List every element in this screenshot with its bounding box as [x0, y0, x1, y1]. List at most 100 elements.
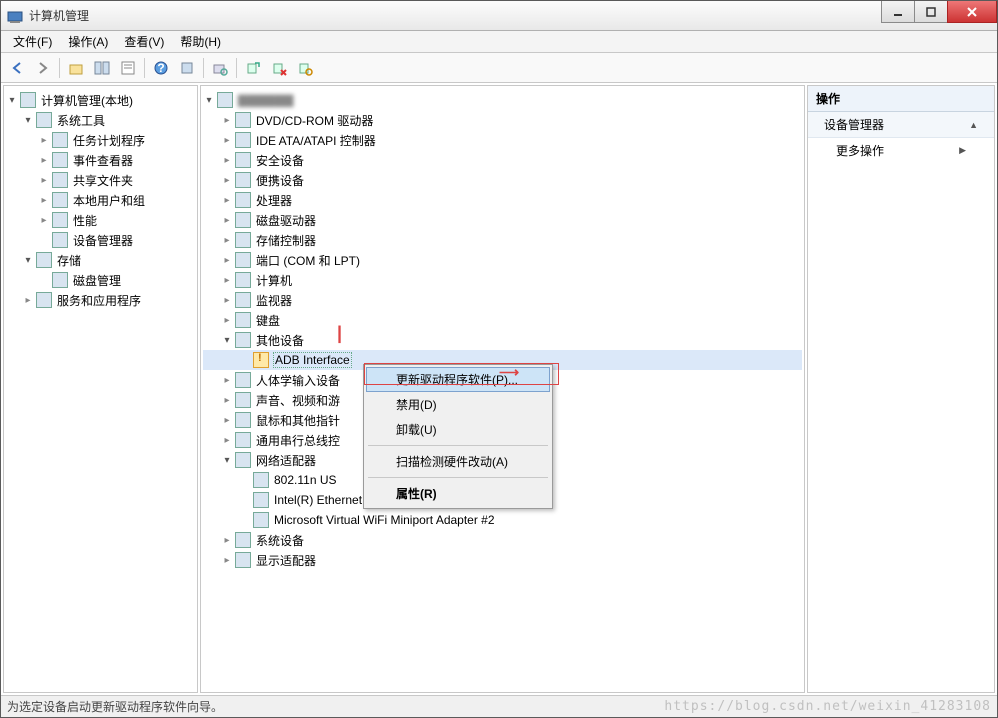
show-hide-tree-button[interactable]	[90, 56, 114, 80]
twisty-icon[interactable]	[38, 194, 50, 206]
twisty-icon[interactable]	[22, 114, 34, 126]
context-menu-item[interactable]: 属性(R)	[366, 481, 550, 506]
twisty-icon[interactable]	[38, 234, 50, 246]
maximize-button[interactable]	[914, 1, 948, 23]
twisty-icon[interactable]	[221, 334, 233, 346]
up-button[interactable]	[64, 56, 88, 80]
device-label: ADB Interface	[273, 352, 352, 368]
twisty-icon[interactable]	[239, 474, 251, 486]
twisty-icon[interactable]	[38, 154, 50, 166]
device-item[interactable]: 监视器	[203, 290, 802, 310]
twisty-icon[interactable]	[221, 554, 233, 566]
properties-button[interactable]	[116, 56, 140, 80]
twisty-icon[interactable]	[6, 94, 18, 106]
device-item[interactable]: 端口 (COM 和 LPT)	[203, 250, 802, 270]
twisty-icon[interactable]	[221, 134, 233, 146]
uninstall-button[interactable]	[267, 56, 291, 80]
context-menu-item[interactable]: 禁用(D)	[366, 392, 550, 417]
twisty-icon[interactable]	[221, 274, 233, 286]
twisty-icon[interactable]	[221, 534, 233, 546]
device-item[interactable]: 存储控制器	[203, 230, 802, 250]
twisty-icon[interactable]	[221, 194, 233, 206]
device-item[interactable]: 系统设备	[203, 530, 802, 550]
twisty-icon[interactable]	[221, 394, 233, 406]
device-item[interactable]: 键盘	[203, 310, 802, 330]
computer-icon	[217, 92, 233, 108]
separator	[59, 58, 60, 78]
twisty-icon[interactable]	[38, 134, 50, 146]
separator	[144, 58, 145, 78]
tree-item[interactable]: 事件查看器	[6, 150, 195, 170]
tree-item[interactable]: 系统工具	[6, 110, 195, 130]
twisty-icon[interactable]	[221, 374, 233, 386]
twisty-icon[interactable]	[203, 94, 215, 106]
twisty-icon[interactable]	[221, 114, 233, 126]
tree-label: 任务计划程序	[72, 132, 146, 149]
tree-item[interactable]: 存储	[6, 250, 195, 270]
actions-section[interactable]: 设备管理器 ▲	[808, 112, 994, 138]
device-item[interactable]: IDE ATA/ATAPI 控制器	[203, 130, 802, 150]
tree-item[interactable]: 共享文件夹	[6, 170, 195, 190]
device-item[interactable]: 其他设备	[203, 330, 802, 350]
twisty-icon[interactable]	[221, 174, 233, 186]
nav-tree[interactable]: 计算机管理(本地)系统工具任务计划程序事件查看器共享文件夹本地用户和组性能设备管…	[4, 86, 197, 314]
tree-item[interactable]: 计算机管理(本地)	[6, 90, 195, 110]
minimize-button[interactable]	[881, 1, 915, 23]
twisty-icon[interactable]	[221, 214, 233, 226]
twisty-icon[interactable]	[38, 214, 50, 226]
twisty-icon[interactable]	[239, 514, 251, 526]
device-item[interactable]: Microsoft Virtual WiFi Miniport Adapter …	[203, 510, 802, 530]
device-item[interactable]: DVD/CD-ROM 驱动器	[203, 110, 802, 130]
menu-action[interactable]: 操作(A)	[60, 31, 116, 52]
tree-item[interactable]: 任务计划程序	[6, 130, 195, 150]
back-button[interactable]	[5, 56, 29, 80]
twisty-icon[interactable]	[38, 174, 50, 186]
twisty-icon[interactable]	[22, 254, 34, 266]
twisty-icon[interactable]	[239, 494, 251, 506]
device-item[interactable]: 计算机	[203, 270, 802, 290]
actions-header: 操作	[808, 86, 994, 112]
twisty-icon[interactable]	[221, 234, 233, 246]
context-menu-item[interactable]: 扫描检测硬件改动(A)	[366, 449, 550, 474]
twisty-icon[interactable]	[221, 294, 233, 306]
update-driver-button[interactable]	[241, 56, 265, 80]
disable-button[interactable]	[293, 56, 317, 80]
device-label: IDE ATA/ATAPI 控制器	[255, 132, 377, 149]
tree-item[interactable]: 磁盘管理	[6, 270, 195, 290]
twisty-icon[interactable]	[221, 154, 233, 166]
twisty-icon[interactable]	[221, 254, 233, 266]
twisty-icon[interactable]	[221, 414, 233, 426]
tree-item[interactable]: 服务和应用程序	[6, 290, 195, 310]
device-icon	[235, 192, 251, 208]
context-menu-item[interactable]: 卸载(U)	[366, 417, 550, 442]
tree-item[interactable]: 本地用户和组	[6, 190, 195, 210]
titlebar[interactable]: 计算机管理	[1, 1, 997, 31]
help-button[interactable]: ?	[149, 56, 173, 80]
tree-label: 事件查看器	[72, 152, 134, 169]
tree-item[interactable]: 性能	[6, 210, 195, 230]
menu-help[interactable]: 帮助(H)	[172, 31, 229, 52]
tree-label: 计算机管理(本地)	[40, 92, 134, 109]
twisty-icon[interactable]	[221, 434, 233, 446]
twisty-icon[interactable]	[239, 354, 251, 366]
context-menu-item[interactable]: 更新驱动程序软件(P)...	[366, 367, 550, 392]
device-label: 磁盘驱动器	[255, 212, 317, 229]
device-item[interactable]: 便携设备	[203, 170, 802, 190]
scan-button[interactable]	[208, 56, 232, 80]
close-button[interactable]	[947, 1, 997, 23]
forward-button[interactable]	[31, 56, 55, 80]
menu-view[interactable]: 查看(V)	[116, 31, 172, 52]
twisty-icon[interactable]	[22, 294, 34, 306]
view-button[interactable]	[175, 56, 199, 80]
twisty-icon[interactable]	[38, 274, 50, 286]
device-item[interactable]: 安全设备	[203, 150, 802, 170]
device-item[interactable]: 处理器	[203, 190, 802, 210]
device-item[interactable]: 磁盘驱动器	[203, 210, 802, 230]
twisty-icon[interactable]	[221, 454, 233, 466]
twisty-icon[interactable]	[221, 314, 233, 326]
tree-item[interactable]: 设备管理器	[6, 230, 195, 250]
device-item[interactable]: 显示适配器	[203, 550, 802, 570]
actions-more[interactable]: 更多操作 ▶	[808, 138, 994, 163]
device-root[interactable]: ▇▇▇▇▇▇	[203, 90, 802, 110]
menu-file[interactable]: 文件(F)	[5, 31, 60, 52]
